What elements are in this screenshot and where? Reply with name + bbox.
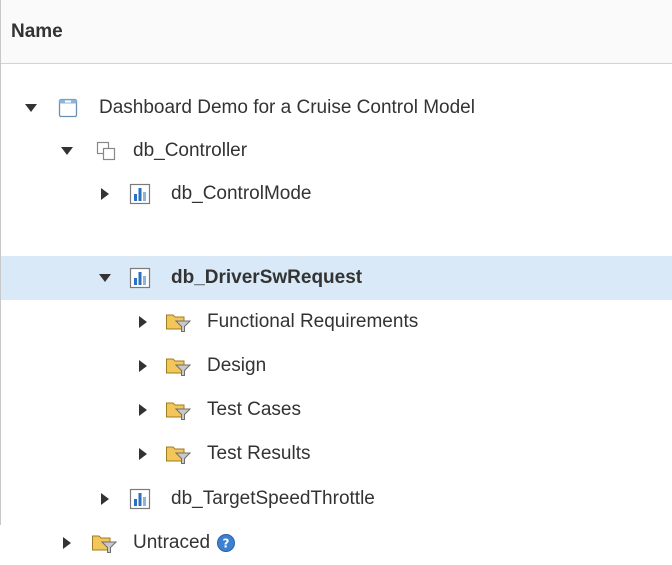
- expand-toggle-functional-requirements-icon[interactable]: [135, 314, 151, 330]
- expand-toggle-project-icon[interactable]: [23, 100, 39, 116]
- expand-toggle-test-cases-icon[interactable]: [135, 402, 151, 418]
- tree-row-design[interactable]: Design: [1, 344, 672, 388]
- model-reference-icon: [95, 140, 117, 162]
- dashboard-unit-icon: [129, 488, 151, 510]
- tree-row-target-speed-throttle[interactable]: db_TargetSpeedThrottle: [1, 477, 672, 521]
- filter-folder-icon: [165, 355, 191, 377]
- tree-label-control-mode: db_ControlMode: [171, 183, 312, 204]
- dashboard-unit-icon: [129, 267, 151, 289]
- expand-toggle-controller-icon[interactable]: [59, 143, 75, 159]
- tree-row-project[interactable]: Dashboard Demo for a Cruise Control Mode…: [1, 86, 672, 130]
- tree-row-controller[interactable]: db_Controller: [1, 129, 672, 173]
- filter-folder-icon: [165, 399, 191, 421]
- tree-label-project: Dashboard Demo for a Cruise Control Mode…: [99, 97, 475, 118]
- tree-row-control-mode[interactable]: db_ControlMode: [1, 172, 672, 216]
- filter-folder-icon: [165, 443, 191, 465]
- tree-label-test-results: Test Results: [207, 443, 311, 464]
- project-tree-panel: Name Dashboard Demo for a Cruise Control…: [0, 0, 672, 553]
- expand-toggle-untraced-icon[interactable]: [59, 535, 75, 551]
- expand-toggle-design-icon[interactable]: [135, 358, 151, 374]
- filter-folder-icon: [91, 532, 117, 554]
- project-icon: [57, 97, 79, 119]
- tree-label-untraced-group: Untraced ?: [133, 532, 236, 554]
- tree-label-functional-requirements: Functional Requirements: [207, 311, 419, 332]
- tree-label-driver-sw-request: db_DriverSwRequest: [171, 267, 363, 288]
- tree-label-target-speed-throttle: db_TargetSpeedThrottle: [171, 488, 375, 509]
- tree-row-test-cases[interactable]: Test Cases: [1, 388, 672, 432]
- column-header[interactable]: Name: [1, 0, 672, 64]
- filter-folder-icon: [165, 311, 191, 333]
- tree-row-test-results[interactable]: Test Results: [1, 432, 672, 476]
- help-icon[interactable]: ?: [216, 533, 236, 553]
- tree-label-untraced: Untraced: [133, 532, 211, 553]
- expand-toggle-target-speed-throttle-icon[interactable]: [97, 491, 113, 507]
- tree-label-design: Design: [207, 355, 267, 376]
- dashboard-unit-icon: [129, 183, 151, 205]
- expand-toggle-control-mode-icon[interactable]: [97, 186, 113, 202]
- tree-row-driver-sw-request[interactable]: db_DriverSwRequest: [1, 256, 672, 300]
- tree-label-controller: db_Controller: [133, 140, 248, 161]
- tree-label-test-cases: Test Cases: [207, 399, 301, 420]
- tree-row-functional-requirements[interactable]: Functional Requirements: [1, 300, 672, 344]
- svg-text:?: ?: [223, 536, 230, 550]
- expand-toggle-test-results-icon[interactable]: [135, 446, 151, 462]
- tree-row-untraced[interactable]: Untraced ?: [1, 521, 672, 565]
- name-column-label: Name: [11, 20, 63, 42]
- expand-toggle-driver-sw-request-icon[interactable]: [97, 270, 113, 286]
